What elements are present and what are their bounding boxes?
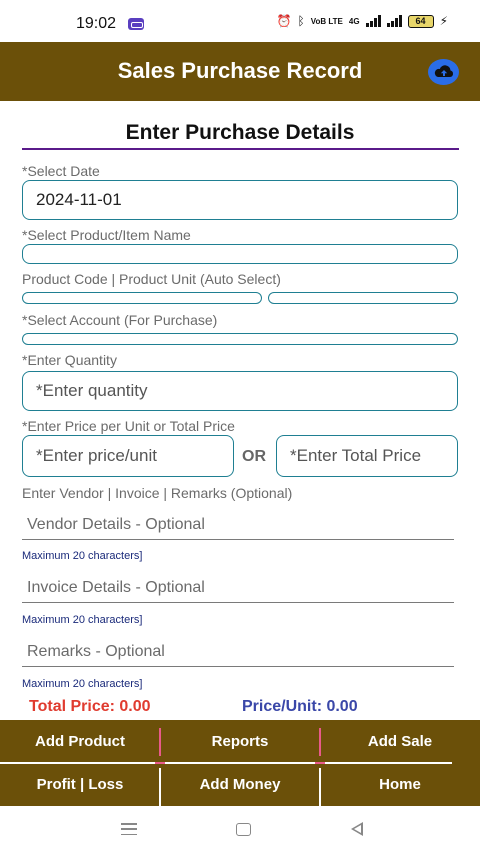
system-nav-bar — [0, 806, 480, 853]
code-unit-label: Product Code | Product Unit (Auto Select… — [22, 271, 281, 287]
add-sale-button[interactable]: Add Sale — [320, 720, 480, 763]
cloud-upload-button[interactable] — [428, 59, 459, 85]
status-bar: 19:02 ⏰ ᛒ VoB LTE 4G 64 ⚡ — [0, 0, 480, 42]
grid-divider — [319, 728, 321, 756]
quantity-placeholder: *Enter quantity — [36, 381, 148, 400]
battery-icon: 64 — [407, 14, 434, 28]
recent-apps-icon[interactable] — [121, 823, 137, 835]
app-title: Sales Purchase Record — [117, 58, 363, 83]
price-label: *Enter Price per Unit or Total Price — [22, 418, 235, 434]
grid-divider — [159, 768, 161, 806]
quantity-label: *Enter Quantity — [22, 352, 117, 368]
home-button[interactable]: Home — [320, 763, 480, 806]
account-select[interactable] — [22, 333, 458, 345]
date-label: *Select Date — [22, 163, 100, 179]
grid-divider — [319, 768, 321, 806]
product-select[interactable] — [22, 244, 458, 264]
grid-divider — [315, 762, 325, 764]
bluetooth-icon: ᛒ — [297, 14, 305, 28]
quantity-input[interactable]: *Enter quantity — [22, 371, 458, 411]
vendor-helper: Maximum 20 characters] — [22, 550, 143, 562]
network-type: 4G — [348, 16, 360, 26]
price-unit-placeholder: *Enter price/unit — [36, 446, 157, 465]
add-product-button[interactable]: Add Product — [0, 720, 160, 763]
grid-divider — [155, 762, 165, 764]
vendor-input[interactable]: Vendor Details - Optional — [22, 512, 454, 540]
invoice-helper: Maximum 20 characters] — [22, 614, 143, 626]
network-label: VoB LTE — [310, 16, 343, 26]
home-nav-icon[interactable] — [236, 823, 251, 836]
section-divider — [22, 148, 459, 150]
profit-loss-button[interactable]: Profit | Loss — [0, 763, 160, 806]
status-time: 19:02 — [76, 15, 117, 32]
product-code-field — [22, 292, 262, 304]
invoice-placeholder: Invoice Details - Optional — [27, 579, 205, 596]
or-separator: OR — [242, 448, 266, 465]
product-unit-field — [268, 292, 458, 304]
grid-divider — [159, 728, 161, 756]
signal-icon — [365, 15, 381, 27]
signal-icon-2 — [386, 15, 402, 27]
total-price-placeholder: *Enter Total Price — [290, 446, 422, 465]
product-label: *Select Product/Item Name — [22, 227, 191, 243]
grid-divider — [165, 762, 315, 764]
bottom-menu: Add Product Reports Add Sale Profit | Lo… — [0, 720, 480, 806]
invoice-input[interactable]: Invoice Details - Optional — [22, 575, 454, 603]
grid-divider — [325, 762, 452, 764]
cloud-upload-icon — [434, 65, 453, 77]
app-bar: Sales Purchase Record — [0, 42, 480, 101]
add-money-button[interactable]: Add Money — [160, 763, 320, 806]
total-price-input[interactable]: *Enter Total Price — [276, 435, 458, 477]
date-value: 2024-11-01 — [36, 190, 122, 209]
unit-price-summary: Price/Unit: 0.00 — [242, 698, 358, 715]
remarks-placeholder: Remarks - Optional — [27, 643, 165, 660]
status-indicators: ⏰ ᛒ VoB LTE 4G 64 ⚡ — [277, 14, 448, 28]
vendor-placeholder: Vendor Details - Optional — [27, 516, 205, 533]
section-title: Enter Purchase Details — [125, 121, 355, 144]
notification-app-icon — [128, 18, 144, 30]
account-label: *Select Account (For Purchase) — [22, 312, 218, 328]
price-unit-input[interactable]: *Enter price/unit — [22, 435, 234, 477]
total-price-summary: Total Price: 0.00 — [29, 698, 151, 715]
reports-button[interactable]: Reports — [160, 720, 320, 763]
battery-level: 64 — [415, 15, 426, 26]
remarks-input[interactable]: Remarks - Optional — [22, 639, 454, 667]
charging-icon: ⚡ — [439, 14, 448, 28]
alarm-icon: ⏰ — [276, 14, 292, 28]
date-field[interactable]: 2024-11-01 — [22, 180, 458, 220]
remarks-helper: Maximum 20 characters] — [22, 678, 143, 690]
grid-divider — [0, 762, 155, 764]
optional-label: Enter Vendor | Invoice | Remarks (Option… — [22, 485, 293, 501]
back-icon[interactable] — [351, 822, 363, 836]
